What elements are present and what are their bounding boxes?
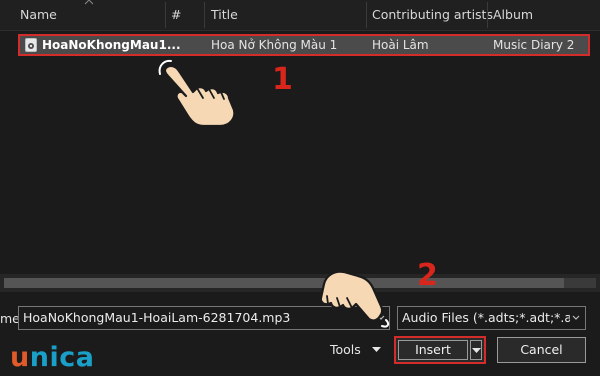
step-number-2: 2	[417, 258, 438, 293]
column-name[interactable]: Name	[20, 0, 57, 30]
horizontal-scrollbar[interactable]	[0, 274, 600, 292]
column-separator[interactable]	[366, 2, 367, 28]
insert-button-highlight: Insert	[394, 336, 486, 364]
file-name: HoaNoKhongMau1...	[42, 38, 181, 52]
caret-down-icon	[472, 348, 481, 353]
cancel-button[interactable]: Cancel	[497, 337, 586, 363]
column-contributing-artists[interactable]: Contributing artists	[372, 0, 493, 30]
insert-button[interactable]: Insert	[398, 340, 468, 360]
pointing-hand-icon	[158, 59, 236, 128]
sort-up-icon	[84, 0, 94, 5]
file-album: Music Diary 2	[493, 38, 575, 52]
step-number-1: 1	[272, 62, 293, 97]
insert-audio-dialog: Name # Title Contributing artists Album …	[0, 0, 600, 376]
column-separator[interactable]	[487, 2, 488, 28]
file-artist: Hoài Lâm	[372, 38, 429, 52]
file-title: Hoa Nở Không Màu 1	[211, 38, 338, 52]
file-type-value: Audio Files (*.adts;*.adt;*.aac;*.a	[402, 310, 570, 325]
column-title[interactable]: Title	[211, 0, 238, 30]
logo-rest: nica	[29, 342, 95, 373]
file-row[interactable]: HoaNoKhongMau1... Hoa Nở Không Màu 1 Hoà…	[18, 34, 590, 56]
insert-options-button[interactable]	[470, 340, 482, 360]
column-number[interactable]: #	[171, 0, 181, 30]
file-type-select[interactable]: Audio Files (*.adts;*.adt;*.aac;*.a	[397, 306, 586, 330]
audio-file-icon	[25, 38, 37, 52]
column-album[interactable]: Album	[493, 0, 533, 30]
file-name-value: HoaNoKhongMau1-HoaiLam-6281704.mp3	[23, 310, 291, 325]
column-separator[interactable]	[204, 2, 205, 28]
pointing-hand-icon	[319, 270, 390, 328]
chevron-down-icon[interactable]	[572, 315, 580, 321]
caret-down-icon[interactable]	[372, 347, 381, 353]
scrollbar-thumb[interactable]	[4, 278, 564, 288]
logo-first-letter: u	[10, 342, 30, 373]
file-list[interactable]	[0, 31, 600, 274]
column-header: Name # Title Contributing artists Album	[0, 0, 600, 31]
tools-button[interactable]: Tools	[330, 342, 361, 357]
column-separator[interactable]	[165, 2, 166, 28]
unica-logo: unica	[10, 342, 94, 373]
